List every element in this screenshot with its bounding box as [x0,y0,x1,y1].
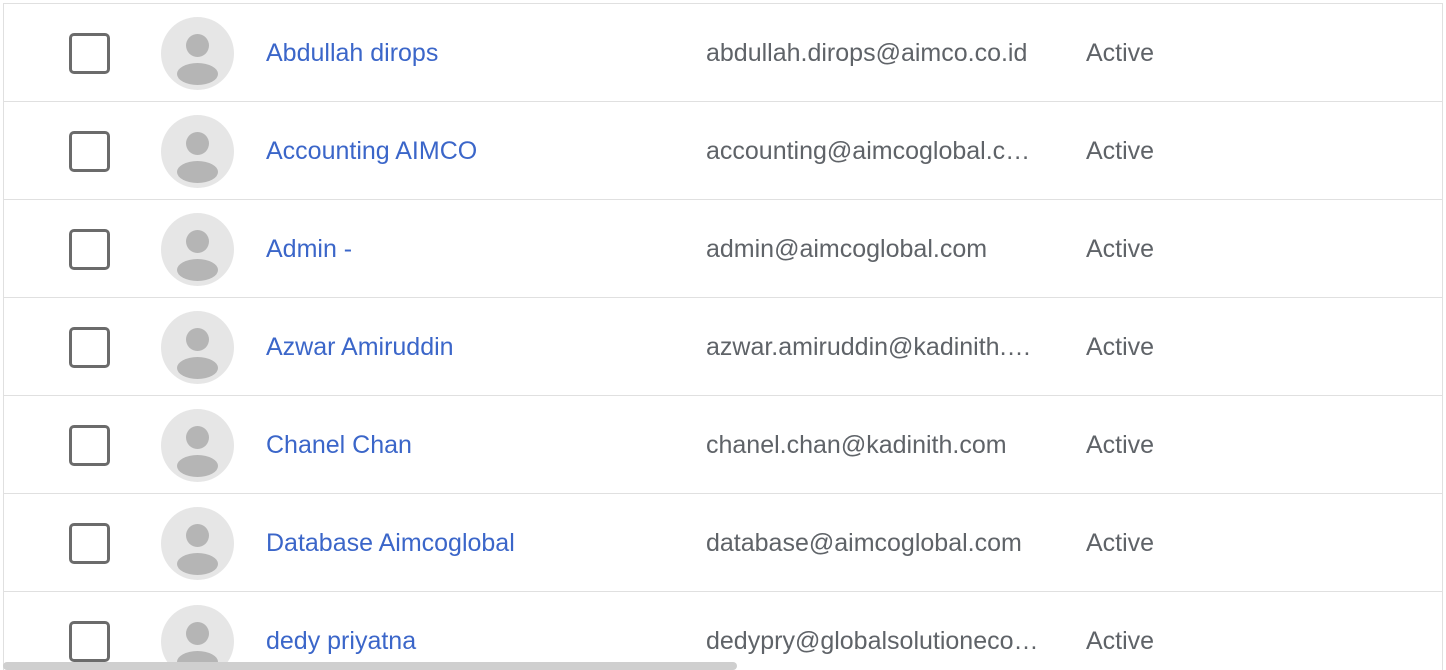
user-list-page: Abdullah dirops abdullah.dirops@aimco.co… [0,0,1446,670]
default-avatar-icon [161,311,234,384]
row-select-checkbox[interactable] [69,523,110,564]
table-row[interactable]: Accounting AIMCO accounting@aimcoglobal.… [4,102,1442,200]
user-name-link[interactable]: Azwar Amiruddin [266,332,454,362]
user-status: Active [1086,137,1155,165]
user-name-link[interactable]: Chanel Chan [266,430,412,460]
user-status: Active [1086,235,1155,263]
user-email: abdullah.dirops@aimco.co.id [706,39,1028,67]
user-email: accounting@aimcoglobal.c… [706,137,1031,165]
table-row[interactable]: Azwar Amiruddin azwar.amiruddin@kadinith… [4,298,1442,396]
default-avatar-icon [161,115,234,188]
user-email: dedypry@globalsolutioneco… [706,627,1039,655]
row-select-checkbox[interactable] [69,131,110,172]
user-email: chanel.chan@kadinith.com [706,431,1007,459]
table-row[interactable]: Admin - admin@aimcoglobal.com Active [4,200,1442,298]
user-status: Active [1086,333,1155,361]
user-name-link[interactable]: Accounting AIMCO [266,136,477,166]
row-select-checkbox[interactable] [69,621,110,662]
user-table: Abdullah dirops abdullah.dirops@aimco.co… [3,3,1443,670]
default-avatar-icon [161,605,234,670]
user-status: Active [1086,431,1155,459]
user-email: admin@aimcoglobal.com [706,235,988,263]
table-row[interactable]: dedy priyatna dedypry@globalsolutioneco…… [4,592,1442,670]
horizontal-scrollbar[interactable] [3,662,737,670]
user-name-link[interactable]: Abdullah dirops [266,38,438,68]
row-select-checkbox[interactable] [69,425,110,466]
user-status: Active [1086,529,1155,557]
default-avatar-icon [161,507,234,580]
user-name-link[interactable]: Admin - [266,234,352,264]
user-name-link[interactable]: dedy priyatna [266,626,416,656]
user-email: azwar.amiruddin@kadinith.… [706,333,1032,361]
user-status: Active [1086,627,1155,655]
table-row[interactable]: Chanel Chan chanel.chan@kadinith.com Act… [4,396,1442,494]
user-status: Active [1086,39,1155,67]
default-avatar-icon [161,213,234,286]
row-select-checkbox[interactable] [69,229,110,270]
table-row[interactable]: Database Aimcoglobal database@aimcogloba… [4,494,1442,592]
row-select-checkbox[interactable] [69,33,110,74]
row-select-checkbox[interactable] [69,327,110,368]
table-row[interactable]: Abdullah dirops abdullah.dirops@aimco.co… [4,4,1442,102]
user-name-link[interactable]: Database Aimcoglobal [266,528,515,558]
default-avatar-icon [161,409,234,482]
default-avatar-icon [161,17,234,90]
user-email: database@aimcoglobal.com [706,529,1022,557]
